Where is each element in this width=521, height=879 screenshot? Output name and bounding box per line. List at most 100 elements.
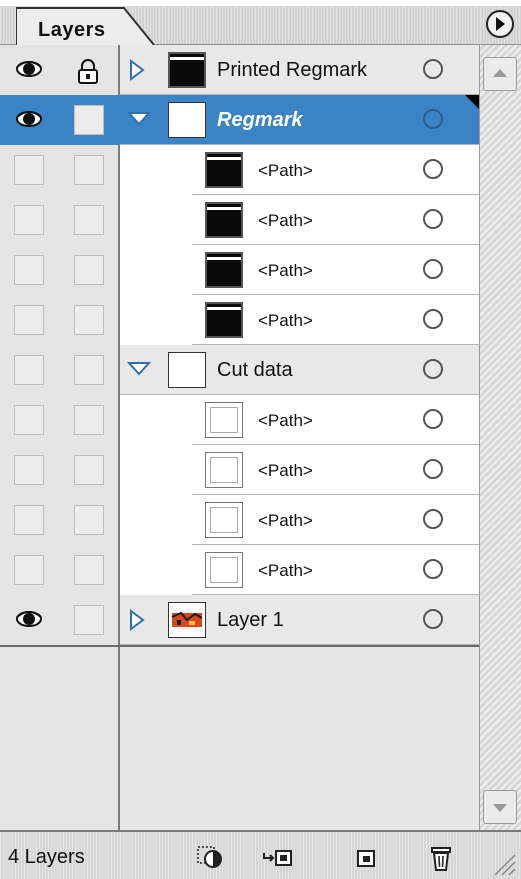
- lock-toggle[interactable]: [74, 455, 104, 485]
- path-name: <Path>: [258, 211, 313, 230]
- layers-panel: Layers Printed Regmark Regmark <Path> <Path…: [0, 0, 521, 879]
- new-layer-button[interactable]: [352, 844, 382, 870]
- path-row[interactable]: <Path>: [0, 195, 521, 245]
- visibility-toggle[interactable]: [14, 105, 44, 135]
- layer-thumbnail: [205, 502, 243, 538]
- path-row[interactable]: <Path>: [0, 395, 521, 445]
- path-name: <Path>: [258, 461, 313, 480]
- layer-name: Layer 1: [217, 609, 284, 631]
- make-clipping-mask-icon: [197, 846, 222, 868]
- target-circle-icon[interactable]: [423, 59, 443, 79]
- path-row[interactable]: <Path>: [0, 145, 521, 195]
- layer-name: Regmark: [217, 109, 303, 131]
- resize-grip-icon: [494, 854, 516, 876]
- lock-toggle[interactable]: [74, 555, 104, 585]
- visibility-toggle[interactable]: [14, 205, 44, 235]
- layer-thumbnail: [168, 602, 206, 638]
- resize-grip[interactable]: [487, 847, 517, 877]
- lock-toggle[interactable]: [74, 405, 104, 435]
- expand-triangle-icon[interactable]: [127, 608, 147, 632]
- layer-name: Cut data: [217, 359, 293, 381]
- layer-row[interactable]: Cut data: [0, 345, 521, 395]
- lock-toggle[interactable]: [74, 155, 104, 185]
- list-end-divider: [0, 645, 479, 647]
- path-row[interactable]: <Path>: [0, 445, 521, 495]
- visibility-toggle[interactable]: [14, 155, 44, 185]
- lock-toggle[interactable]: [74, 505, 104, 535]
- layer-row[interactable]: Printed Regmark: [0, 45, 521, 95]
- path-name: <Path>: [258, 311, 313, 330]
- target-circle-icon[interactable]: [423, 609, 443, 629]
- layer-thumbnail: [205, 302, 243, 338]
- path-name: <Path>: [258, 411, 313, 430]
- eye-icon: [16, 111, 42, 127]
- scroll-down-button[interactable]: [483, 790, 517, 824]
- path-row[interactable]: <Path>: [0, 245, 521, 295]
- layer-count-label: 4 Layers: [8, 846, 85, 868]
- visibility-toggle[interactable]: [14, 605, 44, 635]
- vertical-scrollbar[interactable]: [479, 45, 521, 830]
- lock-toggle[interactable]: [74, 55, 104, 85]
- lock-toggle[interactable]: [74, 355, 104, 385]
- path-row[interactable]: <Path>: [0, 295, 521, 345]
- new-sublayer-icon: [263, 850, 292, 866]
- layer-thumbnail: [205, 452, 243, 488]
- layer-thumbnail: [205, 252, 243, 288]
- target-circle-icon[interactable]: [423, 309, 443, 329]
- selection-corner-marker: [465, 95, 479, 109]
- layer-thumbnail: [168, 102, 206, 138]
- tab-layers[interactable]: Layers: [16, 6, 156, 45]
- panel-menu-button[interactable]: [483, 8, 517, 40]
- collapse-triangle-icon[interactable]: [126, 358, 152, 382]
- delete-layer-button[interactable]: [426, 844, 456, 871]
- visibility-toggle[interactable]: [14, 305, 44, 335]
- path-row[interactable]: <Path>: [0, 545, 521, 595]
- visibility-toggle[interactable]: [14, 505, 44, 535]
- target-circle-icon[interactable]: [423, 509, 443, 529]
- target-circle-icon[interactable]: [423, 159, 443, 179]
- scroll-up-button[interactable]: [483, 57, 517, 91]
- trash-icon: [431, 847, 451, 871]
- target-circle-icon[interactable]: [423, 409, 443, 429]
- target-circle-icon[interactable]: [423, 359, 443, 379]
- panel-menu-icon: [486, 10, 514, 38]
- layer-thumbnail: [205, 202, 243, 238]
- eye-icon: [16, 611, 42, 627]
- path-name: <Path>: [258, 511, 313, 530]
- path-row[interactable]: <Path>: [0, 495, 521, 545]
- lock-toggle[interactable]: [74, 305, 104, 335]
- target-circle-icon[interactable]: [423, 459, 443, 479]
- lock-toggle[interactable]: [74, 255, 104, 285]
- layer-thumbnail: [205, 152, 243, 188]
- layer-name: Printed Regmark: [217, 59, 368, 81]
- layer-row[interactable]: Layer 1: [0, 595, 521, 645]
- lock-toggle[interactable]: [74, 105, 104, 135]
- path-name: <Path>: [258, 261, 313, 280]
- make-clipping-mask-button[interactable]: [196, 844, 226, 870]
- visibility-toggle[interactable]: [14, 255, 44, 285]
- layer-thumbnail: [205, 552, 243, 588]
- expand-triangle-icon[interactable]: [127, 58, 147, 82]
- scroll-down-arrow-icon: [493, 804, 507, 812]
- visibility-toggle[interactable]: [14, 55, 44, 85]
- lock-toggle[interactable]: [74, 605, 104, 635]
- collapse-triangle-icon[interactable]: [126, 108, 152, 132]
- layer-row[interactable]: Regmark: [0, 95, 521, 145]
- visibility-toggle[interactable]: [14, 555, 44, 585]
- lock-toggle[interactable]: [74, 205, 104, 235]
- target-circle-icon[interactable]: [423, 559, 443, 579]
- new-sublayer-button[interactable]: [262, 844, 292, 870]
- path-name: <Path>: [258, 161, 313, 180]
- visibility-toggle[interactable]: [14, 355, 44, 385]
- target-circle-icon[interactable]: [423, 259, 443, 279]
- target-circle-icon[interactable]: [423, 209, 443, 229]
- visibility-toggle[interactable]: [14, 455, 44, 485]
- eye-icon: [16, 61, 42, 77]
- layer-thumbnail: [205, 402, 243, 438]
- visibility-toggle[interactable]: [14, 405, 44, 435]
- layer-thumbnail: [168, 352, 206, 388]
- panel-header: Layers: [0, 0, 521, 45]
- target-circle-icon[interactable]: [423, 109, 443, 129]
- scroll-up-arrow-icon: [493, 69, 507, 77]
- path-name: <Path>: [258, 561, 313, 580]
